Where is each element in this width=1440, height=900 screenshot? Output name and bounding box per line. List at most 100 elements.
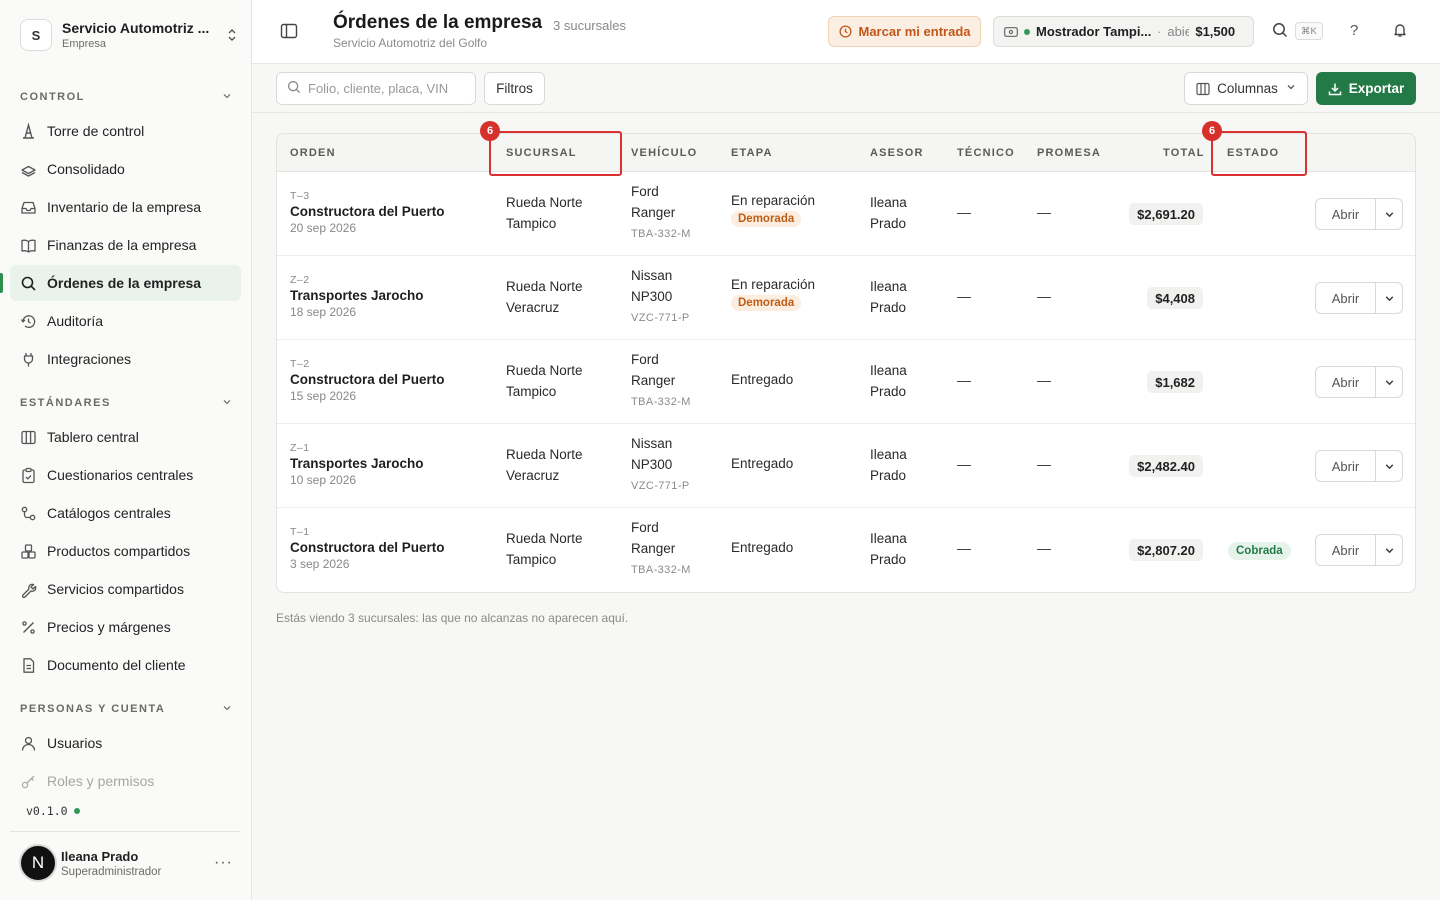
total-cell: $2,482.40 bbox=[1077, 455, 1203, 477]
annotation-box-sucursal bbox=[489, 131, 622, 176]
vehicle-model: Ranger bbox=[631, 541, 676, 556]
annotation-badge: 6 bbox=[1202, 121, 1222, 141]
chevron-down-icon[interactable] bbox=[1376, 199, 1402, 229]
help-icon[interactable]: ? bbox=[1350, 22, 1358, 39]
sidebar-item-label: Auditoría bbox=[47, 313, 104, 329]
open-button[interactable]: Abrir bbox=[1316, 199, 1376, 229]
vehicle-plate: TBA-332-M bbox=[631, 396, 691, 408]
org-name: Servicio Automotriz ... bbox=[62, 20, 210, 36]
technician-cell: — bbox=[957, 288, 971, 304]
column-header-tecnico[interactable]: TÉCNICO bbox=[957, 147, 1015, 159]
open-split-button[interactable]: Abrir bbox=[1315, 282, 1403, 314]
open-button[interactable]: Abrir bbox=[1316, 367, 1376, 397]
sidebar-item-wrench[interactable]: Servicios compartidos bbox=[10, 571, 241, 607]
status-dot bbox=[73, 808, 80, 814]
advisor-cell: Ileana Prado bbox=[870, 192, 907, 234]
sidebar-item-search[interactable]: Órdenes de la empresa bbox=[10, 265, 241, 301]
technician-cell: — bbox=[957, 456, 971, 472]
section-control[interactable]: CONTROL bbox=[20, 87, 232, 107]
sidebar-item-plug[interactable]: Integraciones bbox=[10, 341, 241, 377]
open-split-button[interactable]: Abrir bbox=[1315, 534, 1403, 566]
branch-name: Rueda Norte bbox=[506, 447, 583, 462]
sidebar-item-boxes[interactable]: Productos compartidos bbox=[10, 533, 241, 569]
key-icon bbox=[20, 773, 37, 790]
order-cell: T–1 Constructora del Puerto 3 sep 2026 bbox=[290, 526, 445, 571]
vehicle-cell: Ford Ranger TBA-332-M bbox=[631, 181, 691, 245]
order-folio: Z–1 bbox=[290, 442, 310, 454]
org-switcher[interactable]: S Servicio Automotriz ... Empresa bbox=[20, 16, 240, 54]
cash-register-selector[interactable]: Mostrador Tampi... · abierta $1,500 bbox=[993, 16, 1254, 47]
sidebar-item-label: Precios y márgenes bbox=[47, 619, 171, 635]
open-split-button[interactable]: Abrir bbox=[1315, 450, 1403, 482]
table-row[interactable]: T–3 Constructora del Puerto 20 sep 2026 Rue… bbox=[277, 172, 1415, 256]
sidebar-item-catalog[interactable]: Catálogos centrales bbox=[10, 495, 241, 531]
document-icon bbox=[20, 657, 37, 674]
open-split-button[interactable]: Abrir bbox=[1315, 366, 1403, 398]
sidebar-item-document[interactable]: Documento del cliente bbox=[10, 647, 241, 683]
section-estandares[interactable]: ESTÁNDARES bbox=[20, 393, 232, 413]
search-icon[interactable] bbox=[1272, 22, 1288, 38]
search-input[interactable] bbox=[308, 81, 458, 96]
open-split-button[interactable]: Abrir bbox=[1315, 198, 1403, 230]
sidebar-item-user[interactable]: Usuarios bbox=[10, 725, 241, 761]
vehicle-make: Ford bbox=[631, 520, 659, 535]
column-header-etapa[interactable]: ETAPA bbox=[731, 147, 773, 159]
table-row[interactable]: Z–2 Transportes Jarocho 18 sep 2026 Rueda N… bbox=[277, 256, 1415, 340]
checkin-button[interactable]: Marcar mi entrada bbox=[828, 16, 981, 47]
sidebar-toggle-icon[interactable] bbox=[280, 22, 300, 42]
stack-icon bbox=[20, 161, 37, 178]
sidebar-item-columns[interactable]: Tablero central bbox=[10, 419, 241, 455]
sidebar-item-label: Productos compartidos bbox=[47, 543, 191, 559]
total-amount: $2,807.20 bbox=[1129, 539, 1203, 561]
register-amount: $1,500 bbox=[1195, 24, 1236, 39]
sidebar-item-inbox[interactable]: Inventario de la empresa bbox=[10, 189, 241, 225]
branch-cell: Rueda Norte Veracruz bbox=[506, 276, 583, 318]
chevron-down-icon[interactable] bbox=[1376, 535, 1402, 565]
export-button[interactable]: Exportar bbox=[1316, 72, 1416, 105]
user-menu[interactable]: N Ileana Prado Superadministrador ··· bbox=[19, 843, 241, 883]
sidebar-item-tower[interactable]: Torre de control bbox=[10, 113, 241, 149]
total-amount: $2,482.40 bbox=[1129, 455, 1203, 477]
open-button[interactable]: Abrir bbox=[1316, 535, 1376, 565]
chevron-down-icon[interactable] bbox=[1376, 367, 1402, 397]
vehicle-cell: Nissan NP300 VZC-771-P bbox=[631, 433, 690, 497]
bell-icon[interactable] bbox=[1392, 22, 1408, 38]
stage-label: Entregado bbox=[731, 372, 794, 387]
column-header-vehiculo[interactable]: VEHÍCULO bbox=[631, 147, 697, 159]
more-icon[interactable]: ··· bbox=[214, 854, 233, 872]
table-row[interactable]: T–2 Constructora del Puerto 15 sep 2026 Rue… bbox=[277, 340, 1415, 424]
chevron-down-icon[interactable] bbox=[1376, 283, 1402, 313]
chevron-down-icon[interactable] bbox=[1376, 451, 1402, 481]
table-row[interactable]: Z–1 Transportes Jarocho 10 sep 2026 Rueda N… bbox=[277, 424, 1415, 508]
sidebar-item-stack[interactable]: Consolidado bbox=[10, 151, 241, 187]
sidebar-item-clipboard[interactable]: Cuestionarios centrales bbox=[10, 457, 241, 493]
sidebar-item-percent[interactable]: Precios y márgenes bbox=[10, 609, 241, 645]
client-name: Constructora del Puerto bbox=[290, 540, 445, 555]
sidebar-item-book[interactable]: Finanzas de la empresa bbox=[10, 227, 241, 263]
column-header-promesa[interactable]: PROMESA bbox=[1037, 147, 1101, 159]
search-field[interactable] bbox=[276, 72, 476, 105]
clipboard-icon bbox=[20, 467, 37, 484]
column-header-total[interactable]: TOTAL bbox=[1163, 147, 1205, 159]
sidebar-item-label: Consolidado bbox=[47, 161, 125, 177]
columns-button[interactable]: Columnas bbox=[1184, 72, 1308, 105]
vehicle-make: Ford bbox=[631, 184, 659, 199]
section-personas[interactable]: PERSONAS Y CUENTA bbox=[20, 699, 232, 719]
status-badge: Cobrada bbox=[1228, 542, 1291, 560]
column-header-orden[interactable]: ORDEN bbox=[290, 147, 336, 159]
technician-cell: — bbox=[957, 540, 971, 556]
order-date: 15 sep 2026 bbox=[290, 389, 357, 403]
filters-button[interactable]: Filtros bbox=[484, 72, 545, 105]
column-header-asesor[interactable]: ASESOR bbox=[870, 147, 924, 159]
sidebar-item-label: Órdenes de la empresa bbox=[47, 275, 202, 291]
sidebar-item-history[interactable]: Auditoría bbox=[10, 303, 241, 339]
open-button[interactable]: Abrir bbox=[1316, 451, 1376, 481]
sidebar-item-key[interactable]: Roles y permisos bbox=[10, 763, 241, 799]
history-icon bbox=[20, 313, 37, 330]
clock-icon bbox=[838, 25, 852, 38]
branch-name: Rueda Norte bbox=[506, 195, 583, 210]
table-row[interactable]: T–1 Constructora del Puerto 3 sep 2026 Rued… bbox=[277, 508, 1415, 592]
order-folio: T–2 bbox=[290, 358, 310, 370]
open-button[interactable]: Abrir bbox=[1316, 283, 1376, 313]
advisor-first-name: Ileana bbox=[870, 195, 907, 210]
